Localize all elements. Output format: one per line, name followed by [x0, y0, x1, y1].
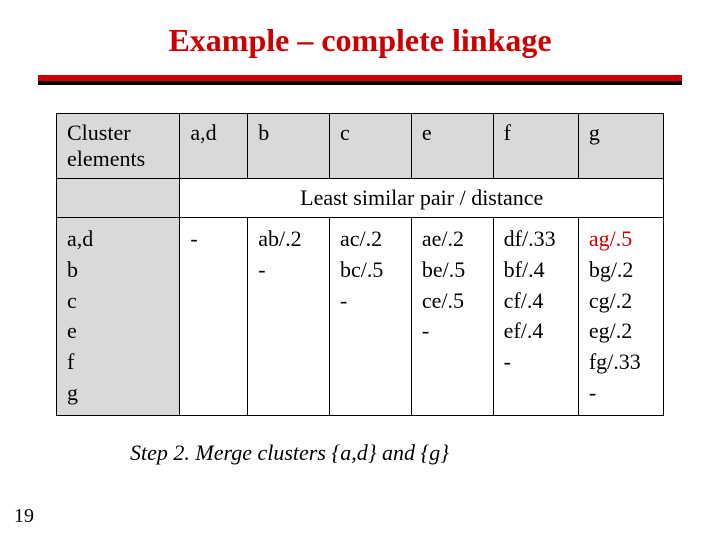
- cell-value: eg/.2: [589, 316, 653, 347]
- cell-c: ac/.2 bc/.5 -: [330, 218, 412, 416]
- cell-value: ef/.4: [504, 316, 568, 347]
- header-col-ad: a,d: [180, 114, 248, 179]
- row-label: f: [67, 347, 169, 378]
- header-corner: Cluster elements: [57, 114, 180, 179]
- row-label: c: [67, 286, 169, 317]
- cell-g: ag/.5 bg/.2 cg/.2 eg/.2 fg/.33 -: [578, 218, 663, 416]
- header-col-e: e: [411, 114, 493, 179]
- subheader-row: Least similar pair / distance: [57, 179, 664, 218]
- cell-value: cf/.4: [504, 286, 568, 317]
- cell-value: ae/.2: [422, 224, 483, 255]
- data-row: a,d b c e f g - ab/.2 - ac/.2 bc/.5: [57, 218, 664, 416]
- cell-value: df/.33: [504, 224, 568, 255]
- subheader-blank: [57, 179, 180, 218]
- cell-value: -: [258, 255, 319, 286]
- cell-value: ac/.2: [340, 224, 401, 255]
- cell-value: bc/.5: [340, 255, 401, 286]
- step-caption: Step 2. Merge clusters {a,d} and {g}: [130, 440, 720, 466]
- row-label: g: [67, 378, 169, 409]
- header-row: Cluster elements a,d b c e f g: [57, 114, 664, 179]
- page-title: Example – complete linkage: [0, 0, 720, 69]
- page-number: 19: [14, 505, 34, 528]
- distance-table: Cluster elements a,d b c e f g Least sim…: [56, 113, 664, 416]
- cell-value: bf/.4: [504, 255, 568, 286]
- row-label: b: [67, 255, 169, 286]
- cell-ad: -: [180, 218, 248, 416]
- distance-table-wrapper: Cluster elements a,d b c e f g Least sim…: [56, 113, 664, 416]
- divider-black: [38, 81, 682, 85]
- cell-value: be/.5: [422, 255, 483, 286]
- cell-value-highlight: ag/.5: [589, 224, 653, 255]
- subheader-text: Least similar pair / distance: [180, 179, 664, 218]
- cell-value: -: [190, 224, 237, 255]
- cell-b: ab/.2 -: [248, 218, 330, 416]
- header-col-f: f: [493, 114, 578, 179]
- cell-f: df/.33 bf/.4 cf/.4 ef/.4 -: [493, 218, 578, 416]
- cell-e: ae/.2 be/.5 ce/.5 -: [411, 218, 493, 416]
- cell-value: ab/.2: [258, 224, 319, 255]
- cell-value: -: [422, 316, 483, 347]
- row-label: a,d: [67, 224, 169, 255]
- slide: Example – complete linkage Cluster eleme…: [0, 0, 720, 540]
- cell-value: bg/.2: [589, 255, 653, 286]
- cell-value: -: [589, 378, 653, 409]
- header-col-g: g: [578, 114, 663, 179]
- header-col-c: c: [330, 114, 412, 179]
- divider: [38, 75, 682, 85]
- cell-value: ce/.5: [422, 286, 483, 317]
- row-labels-cell: a,d b c e f g: [57, 218, 180, 416]
- header-col-b: b: [248, 114, 330, 179]
- cell-value: -: [340, 286, 401, 317]
- cell-value: cg/.2: [589, 286, 653, 317]
- row-label: e: [67, 316, 169, 347]
- cell-value: -: [504, 347, 568, 378]
- cell-value: fg/.33: [589, 347, 653, 378]
